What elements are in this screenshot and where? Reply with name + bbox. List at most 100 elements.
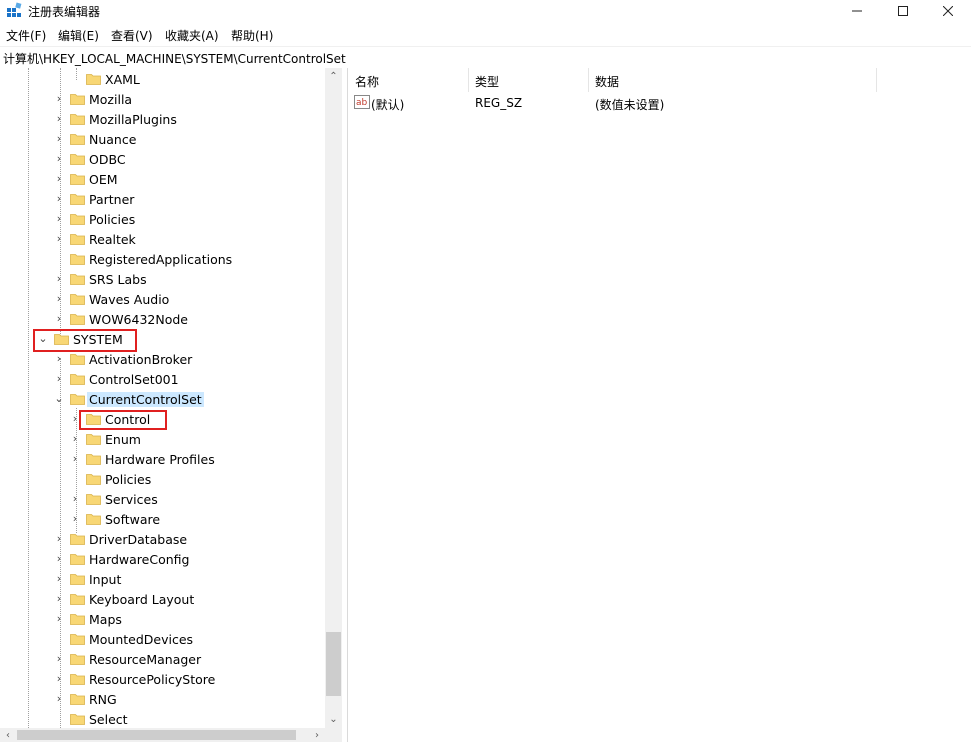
scroll-right-button[interactable]: ›: [309, 728, 325, 742]
tree-item[interactable]: › ResourcePolicyStore: [0, 669, 325, 689]
menu-help[interactable]: 帮助(H): [231, 27, 273, 44]
folder-icon: [70, 274, 85, 285]
chevron-right-icon[interactable]: ›: [54, 233, 64, 245]
menu-favorites[interactable]: 收藏夹(A): [165, 27, 219, 44]
chevron-right-icon[interactable]: ›: [54, 173, 64, 185]
chevron-right-icon[interactable]: ›: [54, 353, 64, 365]
tree-item[interactable]: › MozillaPlugins: [0, 109, 325, 129]
column-header-type[interactable]: 类型: [468, 68, 589, 92]
scroll-down-button[interactable]: ⌄: [325, 711, 342, 728]
values-list[interactable]: 名称 类型 数据 ab (默认) REG_SZ (数值未设置): [348, 68, 971, 742]
scroll-left-button[interactable]: ‹: [0, 728, 16, 742]
tree-item-label: SYSTEM: [73, 332, 123, 347]
tree-item-label: DriverDatabase: [89, 532, 188, 547]
chevron-right-icon[interactable]: ›: [54, 653, 64, 665]
tree-item[interactable]: › Maps: [0, 609, 325, 629]
tree-item[interactable]: › Partner: [0, 189, 325, 209]
chevron-right-icon[interactable]: ›: [70, 433, 80, 445]
tree-item[interactable]: › Realtek: [0, 229, 325, 249]
tree-item[interactable]: › Hardware Profiles: [0, 449, 325, 469]
folder-icon: [70, 174, 85, 185]
tree-item[interactable]: › Keyboard Layout: [0, 589, 325, 609]
tree-item[interactable]: › Waves Audio: [0, 289, 325, 309]
tree-item-label: ResourceManager: [89, 652, 202, 667]
chevron-right-icon[interactable]: ›: [54, 93, 64, 105]
minimize-button[interactable]: [834, 0, 880, 22]
chevron-right-icon[interactable]: ›: [54, 273, 64, 285]
value-row[interactable]: ab (默认) REG_SZ (数值未设置): [348, 94, 971, 114]
maximize-button[interactable]: [880, 0, 926, 22]
folder-icon: [70, 694, 85, 705]
tree-vertical-scrollbar[interactable]: ⌃ ⌄: [325, 68, 342, 728]
tree-item[interactable]: ⌄ CurrentControlSet: [0, 389, 325, 409]
menu-file[interactable]: 文件(F): [6, 27, 46, 44]
chevron-right-icon[interactable]: ›: [54, 593, 64, 605]
column-header-data[interactable]: 数据: [588, 68, 877, 92]
folder-icon: [70, 554, 85, 565]
chevron-right-icon[interactable]: ›: [54, 153, 64, 165]
tree-item[interactable]: › Mozilla: [0, 89, 325, 109]
tree-item[interactable]: › SRS Labs: [0, 269, 325, 289]
registry-tree[interactable]: XAML › Mozilla › MozillaPlugins › Nuance › ODBC ›…: [0, 68, 325, 728]
address-bar[interactable]: 计算机\HKEY_LOCAL_MACHINE\SYSTEM\CurrentCon…: [0, 46, 971, 69]
chevron-right-icon[interactable]: ›: [70, 453, 80, 465]
tree-item[interactable]: MountedDevices: [0, 629, 325, 649]
chevron-right-icon[interactable]: ›: [54, 373, 64, 385]
horizontal-scroll-thumb[interactable]: [17, 730, 296, 740]
registry-editor-icon: [7, 2, 22, 17]
chevron-right-icon[interactable]: ›: [54, 553, 64, 565]
tree-item[interactable]: › Enum: [0, 429, 325, 449]
menu-view[interactable]: 查看(V): [111, 27, 153, 44]
chevron-right-icon[interactable]: ›: [54, 573, 64, 585]
tree-item[interactable]: › Policies: [0, 209, 325, 229]
tree-item[interactable]: › DriverDatabase: [0, 529, 325, 549]
chevron-right-icon[interactable]: ›: [54, 133, 64, 145]
tree-item[interactable]: Select: [0, 709, 325, 728]
tree-item[interactable]: › WOW6432Node: [0, 309, 325, 329]
chevron-right-icon[interactable]: ›: [70, 493, 80, 505]
tree-item[interactable]: › Control: [0, 409, 325, 429]
column-header-name[interactable]: 名称: [348, 68, 469, 92]
tree-item[interactable]: › OEM: [0, 169, 325, 189]
chevron-right-icon[interactable]: ›: [54, 693, 64, 705]
tree-item[interactable]: › Services: [0, 489, 325, 509]
tree-item[interactable]: › HardwareConfig: [0, 549, 325, 569]
tree-item-label: Policies: [105, 472, 152, 487]
chevron-right-icon[interactable]: ›: [54, 113, 64, 125]
tree-item[interactable]: RegisteredApplications: [0, 249, 325, 269]
chevron-right-icon[interactable]: ›: [54, 673, 64, 685]
chevron-right-icon[interactable]: ›: [54, 313, 64, 325]
address-path[interactable]: 计算机\HKEY_LOCAL_MACHINE\SYSTEM\CurrentCon…: [3, 50, 346, 67]
chevron-right-icon[interactable]: ›: [54, 193, 64, 205]
tree-item[interactable]: XAML: [0, 69, 325, 89]
title-bar: 注册表编辑器: [0, 0, 971, 22]
tree-item-label: Enum: [105, 432, 141, 447]
tree-item[interactable]: › ODBC: [0, 149, 325, 169]
chevron-right-icon[interactable]: ›: [70, 413, 80, 425]
tree-item[interactable]: ⌄ SYSTEM: [0, 329, 325, 349]
chevron-right-icon[interactable]: ›: [54, 213, 64, 225]
chevron-down-icon[interactable]: ⌄: [54, 393, 64, 405]
tree-item[interactable]: › Input: [0, 569, 325, 589]
tree-item-label: Realtek: [89, 232, 136, 247]
tree-item[interactable]: › Software: [0, 509, 325, 529]
scroll-up-button[interactable]: ⌃: [325, 68, 342, 85]
chevron-right-icon[interactable]: ›: [54, 613, 64, 625]
tree-item[interactable]: › ResourceManager: [0, 649, 325, 669]
chevron-down-icon[interactable]: ⌄: [38, 333, 48, 345]
tree-item[interactable]: › ControlSet001: [0, 369, 325, 389]
tree-item[interactable]: › RNG: [0, 689, 325, 709]
chevron-right-icon[interactable]: ›: [70, 513, 80, 525]
chevron-right-icon[interactable]: ›: [54, 293, 64, 305]
close-button[interactable]: [925, 0, 971, 22]
vertical-scroll-thumb[interactable]: [326, 632, 341, 696]
tree-item-label: OEM: [89, 172, 118, 187]
tree-item[interactable]: Policies: [0, 469, 325, 489]
folder-icon: [70, 534, 85, 545]
menu-edit[interactable]: 编辑(E): [58, 27, 99, 44]
tree-item[interactable]: › Nuance: [0, 129, 325, 149]
tree-horizontal-scrollbar[interactable]: ‹ ›: [0, 728, 325, 742]
chevron-down-icon: ⌄: [329, 714, 338, 725]
chevron-right-icon[interactable]: ›: [54, 533, 64, 545]
tree-item[interactable]: › ActivationBroker: [0, 349, 325, 369]
